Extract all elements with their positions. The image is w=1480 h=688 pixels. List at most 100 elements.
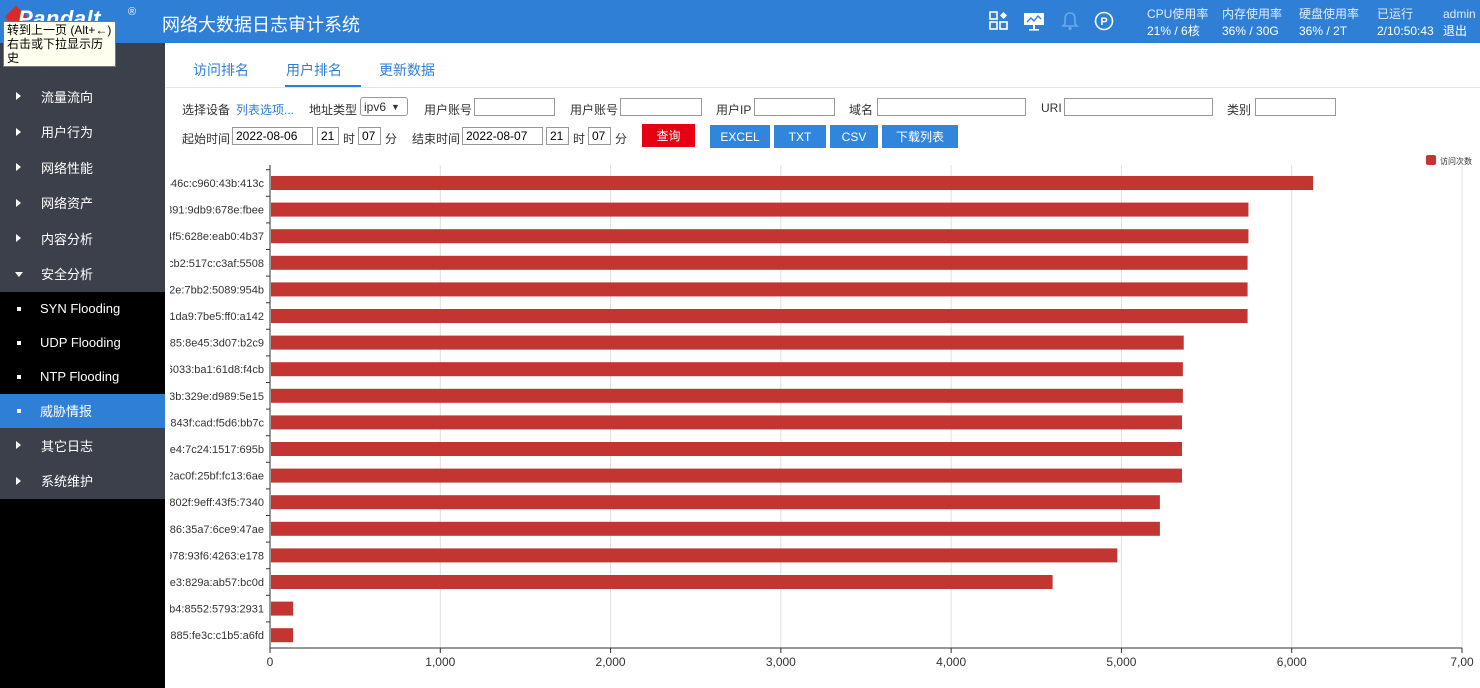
p-circle-icon[interactable]: P	[1093, 10, 1115, 32]
bar	[271, 442, 1183, 456]
sidebar-item-other-logs[interactable]: 其它日志	[0, 427, 165, 463]
y-category-label: 446c:c960:43b:413c	[165, 178, 264, 190]
sidebar-subitem-label: SYN Flooding	[40, 301, 121, 316]
apps-grid-icon[interactable]	[988, 10, 1010, 32]
user-account-input-1[interactable]	[474, 98, 555, 116]
username: admin	[1443, 7, 1476, 21]
svg-text:P: P	[1100, 16, 1107, 28]
user-ip-input[interactable]	[754, 98, 835, 116]
bar	[271, 601, 294, 616]
bar	[271, 468, 1183, 483]
user-account-input-2[interactable]	[620, 98, 702, 116]
chevron-right-icon	[16, 441, 21, 450]
sidebar-item-label: 流量流向	[41, 89, 94, 105]
sidebar-subitem-syn-flooding[interactable]: SYN Flooding	[0, 291, 165, 326]
y-category-label: 2ac0f:25bf:fc13:6ae	[167, 471, 264, 483]
disk-usage-label: 硬盘使用率	[1299, 7, 1360, 21]
app-title: 网络大数据日志审计系统	[162, 15, 360, 35]
chevron-right-icon	[16, 476, 21, 485]
y-category-label: 3885:fe3c:c1b5:a6fd	[165, 630, 264, 642]
bar	[271, 282, 1248, 297]
addr-type-select[interactable]: ipv6 ▼	[360, 97, 408, 116]
sidebar-item-label: 内容分析	[41, 231, 94, 247]
y-category-label: :1da9:7be5:ff0:a142	[166, 311, 264, 323]
y-category-label: i3b:329e:d989:5e15	[167, 391, 264, 403]
y-category-label: 5e3:829a:ab57:bc0d	[165, 577, 264, 589]
sidebar-item-label: 系统维护	[41, 474, 94, 490]
y-category-label: 3b4:8552:5793:2931	[165, 604, 264, 616]
sidebar-item-label: 网络性能	[41, 160, 94, 176]
sidebar-subitem-udp-flooding[interactable]: UDP Flooding	[0, 325, 165, 360]
bar	[271, 575, 1053, 589]
bar	[271, 202, 1249, 217]
x-tick-label: 4,000	[936, 655, 966, 669]
sidebar-item-network-performance[interactable]: 网络性能	[0, 149, 165, 185]
y-category-label: 391:9db9:678e:fbee	[166, 205, 264, 217]
x-tick-label: 2,000	[596, 655, 626, 669]
sidebar-item-label: 安全分析	[41, 267, 94, 283]
legend-swatch	[1426, 155, 1436, 165]
sidebar-subitem-label: 威胁情报	[40, 404, 93, 419]
disk-usage: 硬盘使用率 36% / 2T	[1299, 7, 1359, 39]
memory-usage-value: 36% / 30G	[1222, 24, 1279, 38]
bar	[271, 176, 1314, 190]
sidebar: 流量监控 流量流向 用户行为 网络性能 网络资产 内容分析 安全分析 SYN F…	[0, 43, 165, 688]
tab-visit-ranking[interactable]: 访问排名	[193, 60, 249, 80]
uri-label: URI	[1041, 101, 1062, 115]
disk-usage-value: 36% / 2T	[1299, 24, 1348, 38]
logout-link[interactable]: 退出	[1443, 24, 1476, 39]
uri-input[interactable]	[1064, 98, 1213, 116]
sidebar-item-system-maintenance[interactable]: 系统维护	[0, 463, 165, 499]
bar	[271, 362, 1183, 377]
registered-mark: ®	[128, 6, 137, 18]
chevron-down-icon: ▼	[391, 101, 400, 112]
sidebar-item-label: 其它日志	[41, 438, 94, 454]
device-list-link[interactable]: 列表选项...	[236, 101, 294, 118]
memory-usage: 内存使用率 36% / 30G	[1222, 7, 1282, 39]
presentation-icon[interactable]	[1023, 10, 1045, 32]
category-input[interactable]	[1255, 98, 1336, 116]
bullet-icon	[17, 306, 21, 311]
chevron-right-icon	[16, 92, 21, 101]
legend-label: 访问次数	[1440, 156, 1472, 166]
bar	[271, 628, 294, 643]
sidebar-item-label: 用户行为	[41, 125, 94, 141]
chevron-right-icon	[16, 198, 21, 207]
chevron-down-icon	[15, 271, 23, 277]
x-tick-label: 1,000	[425, 655, 455, 669]
bar	[271, 229, 1249, 244]
bar	[271, 309, 1248, 323]
user-account-label-1: 用户账号	[424, 103, 473, 117]
user-ip-label: 用户IP	[716, 103, 752, 117]
bar	[271, 388, 1183, 403]
sidebar-item-security-analysis[interactable]: 安全分析	[0, 256, 165, 292]
sidebar-item-traffic-flow[interactable]: 流量流向	[0, 78, 165, 114]
y-category-label: 3e4:7c24:1517:695b	[165, 444, 264, 456]
device-label: 选择设备	[182, 103, 231, 117]
bullet-icon	[17, 374, 21, 379]
memory-usage-label: 内存使用率	[1222, 7, 1283, 21]
sidebar-subitem-ntp-flooding[interactable]: NTP Flooding	[0, 359, 165, 394]
uptime-value: 2/10:50:43	[1377, 24, 1434, 38]
sidebar-item-user-behavior[interactable]: 用户行为	[0, 114, 165, 150]
y-category-label: 6033:ba1:61d8:f4cb	[167, 364, 264, 376]
uptime: 已运行 2/10:50:43	[1377, 7, 1434, 39]
user-area: admin 退出	[1443, 7, 1476, 39]
bullet-icon	[17, 408, 21, 413]
bell-icon[interactable]	[1059, 10, 1081, 32]
sidebar-subitem-label: UDP Flooding	[40, 335, 121, 350]
bar	[271, 335, 1184, 350]
y-category-label: 802f:9eff:43f5:7340	[169, 497, 264, 509]
tab-user-ranking[interactable]: 用户排名	[286, 60, 342, 80]
domain-input[interactable]	[877, 98, 1026, 116]
category-label: 类别	[1227, 103, 1252, 117]
chevron-right-icon	[16, 234, 21, 243]
sidebar-subitem-threat-intel[interactable]: 威胁情报	[0, 393, 165, 428]
app-header: Pandalt ® 网络大数据日志审计系统 P CPU使用率 21% / 6核 …	[0, 0, 1480, 43]
tab-update-data[interactable]: 更新数据	[379, 60, 435, 80]
y-category-label: 978:93f6:4263:e178	[166, 550, 264, 562]
tab-divider	[165, 87, 1480, 88]
cpu-usage: CPU使用率 21% / 6核	[1147, 7, 1208, 39]
sidebar-item-content-analysis[interactable]: 内容分析	[0, 220, 165, 256]
sidebar-item-network-assets[interactable]: 网络资产	[0, 185, 165, 221]
